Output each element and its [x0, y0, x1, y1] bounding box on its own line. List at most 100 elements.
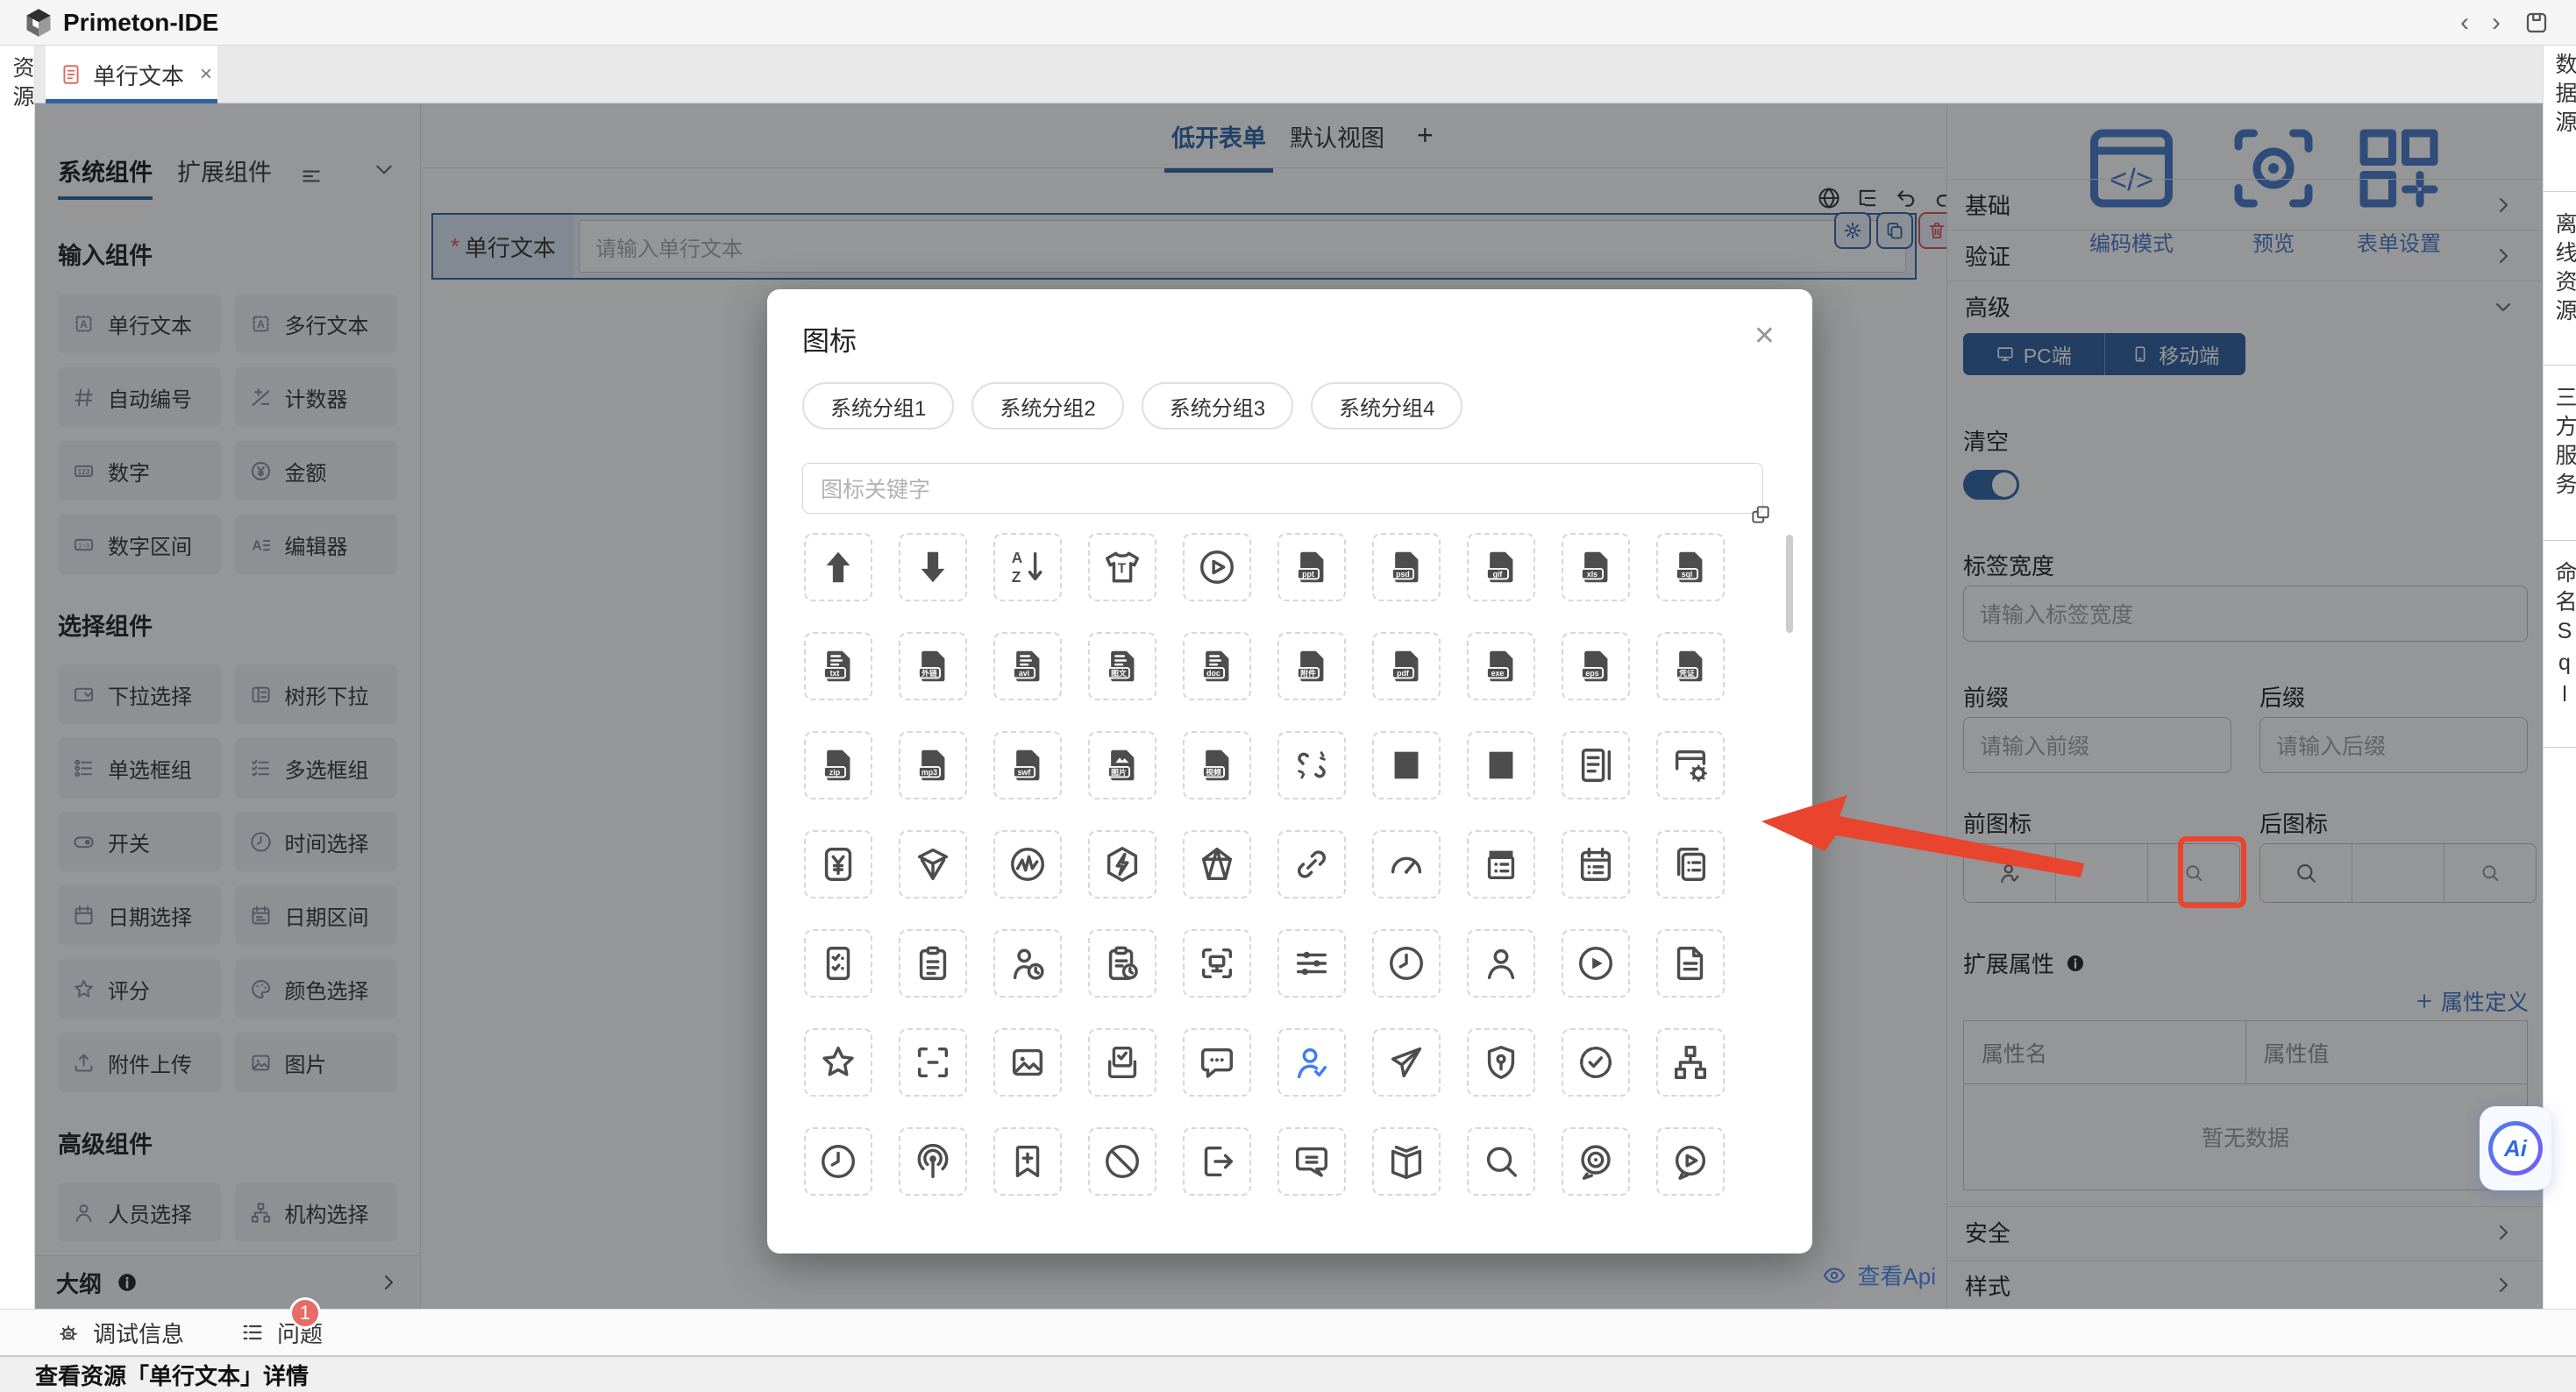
- icon-file-sql[interactable]: sql: [1656, 533, 1725, 601]
- icon-broken-link[interactable]: [1277, 731, 1346, 799]
- scrollbar-thumb[interactable]: [1786, 535, 1793, 633]
- icon-tshirt[interactable]: T: [1088, 533, 1156, 601]
- icon-file-mp3[interactable]: mp3: [899, 731, 967, 799]
- icon-file-swf[interactable]: swf: [993, 731, 1062, 799]
- icon-doc-text[interactable]: [1656, 929, 1725, 998]
- icon-clip-clock[interactable]: [1088, 929, 1156, 998]
- page-copy-icon[interactable]: [1749, 503, 1772, 526]
- icon-yen-card[interactable]: [804, 830, 872, 898]
- icon-file-gif[interactable]: gif: [1467, 533, 1535, 601]
- icon-file-ppt[interactable]: ppt: [1277, 533, 1346, 601]
- icon-gem[interactable]: [1183, 830, 1251, 898]
- icon-arrow-up[interactable]: [804, 533, 872, 601]
- titlebar: Primeton-IDE ‹ ›: [0, 0, 2576, 46]
- icon-search-input[interactable]: 图标关键字: [802, 463, 1763, 514]
- debug-info-button[interactable]: 调试信息: [56, 1317, 184, 1349]
- icon-clip-list[interactable]: [899, 929, 967, 998]
- icon-file-lines-doc[interactable]: doc: [1183, 632, 1251, 700]
- icon-bookmark-plus[interactable]: [993, 1127, 1062, 1196]
- icon-person[interactable]: [1467, 929, 1535, 998]
- close-icon[interactable]: ✕: [1754, 321, 1775, 352]
- icon-archive-list[interactable]: [1467, 830, 1535, 898]
- icon-clock[interactable]: [804, 1127, 872, 1196]
- icon-file-exe[interactable]: exe: [1467, 632, 1535, 700]
- icon-search[interactable]: [1467, 1127, 1535, 1196]
- icon-podcast[interactable]: [899, 1127, 967, 1196]
- icon-badge-check[interactable]: [1562, 1028, 1630, 1097]
- icon-square[interactable]: [1372, 731, 1441, 799]
- right-rail-item-1[interactable]: 数据源: [2549, 53, 2576, 139]
- icon-file-eps[interactable]: eps: [1562, 632, 1630, 700]
- icon-calendar-list[interactable]: [1562, 830, 1630, 898]
- annotation-highlight-box: [2178, 836, 2246, 908]
- left-rail-resources[interactable]: 资源: [0, 46, 35, 1309]
- icon-ban[interactable]: [1088, 1127, 1156, 1196]
- svg-text:xls: xls: [1587, 570, 1598, 579]
- icon-image[interactable]: [993, 1028, 1062, 1097]
- icon-file-外链[interactable]: 外链: [899, 632, 967, 700]
- icon-square[interactable]: [1467, 731, 1535, 799]
- icon-book-v[interactable]: [1372, 1127, 1441, 1196]
- icon-plane[interactable]: [1372, 1028, 1441, 1097]
- icon-shield-key[interactable]: [1467, 1028, 1535, 1097]
- icon-group-4[interactable]: 系统分组4: [1311, 382, 1462, 430]
- save-icon[interactable]: [2523, 10, 2550, 36]
- icon-crop[interactable]: [899, 1028, 967, 1097]
- nav-forward-icon[interactable]: ›: [2492, 10, 2501, 36]
- icon-user-check[interactable]: [1277, 1028, 1346, 1097]
- tab-close-icon[interactable]: ×: [200, 62, 212, 87]
- svg-text:psd: psd: [1396, 570, 1410, 579]
- right-rail-item-2[interactable]: 离线资源: [2549, 212, 2576, 328]
- icon-file-pdf[interactable]: pdf: [1372, 632, 1441, 700]
- svg-text:T: T: [1118, 562, 1127, 577]
- left-rail-label: 资源: [6, 56, 38, 114]
- icon-sliders[interactable]: [1277, 929, 1346, 998]
- icon-person-clock[interactable]: [993, 929, 1062, 998]
- right-rail-item-4[interactable]: 命名Sql: [2549, 561, 2576, 714]
- icon-exit[interactable]: [1183, 1127, 1251, 1196]
- icon-inbox-check[interactable]: [1088, 1028, 1156, 1097]
- svg-text:附件: 附件: [1300, 668, 1316, 678]
- icon-tri-logo[interactable]: [899, 830, 967, 898]
- icon-play-circle[interactable]: [1183, 533, 1251, 601]
- icon-file-lines-avi[interactable]: avi: [993, 632, 1062, 700]
- right-rail-item-3[interactable]: 三方服务: [2549, 386, 2576, 501]
- icon-group-2[interactable]: 系统分组2: [971, 382, 1123, 430]
- icon-sort-az[interactable]: AZ: [993, 533, 1062, 601]
- icon-msg-lines[interactable]: [1277, 1127, 1346, 1196]
- tab-single-line-text[interactable]: 单行文本 ×: [46, 46, 217, 103]
- icon-play-bubble[interactable]: [1656, 1127, 1725, 1196]
- icon-monitor-brackets[interactable]: [1183, 929, 1251, 998]
- icon-stack-list[interactable]: [1656, 830, 1725, 898]
- svg-text:doc: doc: [1206, 669, 1220, 678]
- icon-file-凭证[interactable]: 凭证: [1656, 632, 1725, 700]
- svg-text:ppt: ppt: [1302, 570, 1314, 579]
- icon-msg-dots[interactable]: [1183, 1028, 1251, 1097]
- icon-file-lines-图文[interactable]: 图文: [1088, 632, 1156, 700]
- icon-file-lines-txt[interactable]: txt: [804, 632, 872, 700]
- icon-file-img-图片[interactable]: 图片: [1088, 731, 1156, 799]
- icon-play-solid[interactable]: [1562, 929, 1630, 998]
- icon-link[interactable]: [1277, 830, 1346, 898]
- icon-group-3[interactable]: 系统分组3: [1142, 382, 1293, 430]
- nav-back-icon[interactable]: ‹: [2460, 10, 2469, 36]
- icon-device-gear[interactable]: [1656, 731, 1725, 799]
- icon-file-xls[interactable]: xls: [1562, 533, 1630, 601]
- icon-hex-bolt[interactable]: [1088, 830, 1156, 898]
- app-title: Primeton-IDE: [63, 9, 218, 37]
- icon-star[interactable]: [804, 1028, 872, 1097]
- ai-assistant-button[interactable]: Ai: [2480, 1106, 2551, 1190]
- icon-file-zip[interactable]: zip: [804, 731, 872, 799]
- icon-file-视频[interactable]: 视频: [1183, 731, 1251, 799]
- icon-file-psd[interactable]: psd: [1372, 533, 1441, 601]
- icon-org[interactable]: [1656, 1028, 1725, 1097]
- icon-phone-check[interactable]: [804, 929, 872, 998]
- icon-gauge[interactable]: [1372, 830, 1441, 898]
- icon-arrow-down[interactable]: [899, 533, 967, 601]
- icon-file-附件[interactable]: 附件: [1277, 632, 1346, 700]
- icon-clock[interactable]: [1372, 929, 1441, 998]
- icon-group-1[interactable]: 系统分组1: [802, 382, 954, 430]
- icon-spiral[interactable]: [1562, 1127, 1630, 1196]
- icon-circle-wave[interactable]: [993, 830, 1062, 898]
- icon-form-pen[interactable]: [1562, 731, 1630, 799]
